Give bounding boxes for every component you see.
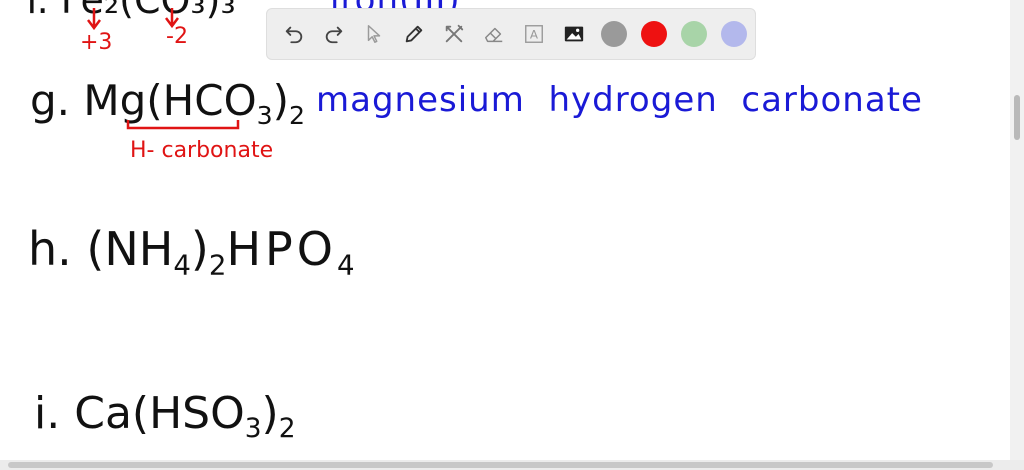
tools-icon: [445, 24, 464, 43]
redo-button[interactable]: [317, 17, 351, 51]
color-swatch-red[interactable]: [641, 21, 667, 47]
tools-button[interactable]: [437, 17, 471, 51]
whiteboard-canvas[interactable]: f. Fe₂(CO₃)₃ iron(III) +3 -2 g. Mg(HCO3)…: [0, 0, 1010, 460]
i-sub-2: 2: [278, 413, 296, 445]
color-swatch-green[interactable]: [681, 21, 707, 47]
select-tool-button[interactable]: [357, 17, 391, 51]
drawing-toolbar: A: [266, 8, 756, 60]
pointer-icon: [367, 25, 381, 43]
note-h-formula: h. (NH4)2HPO4: [28, 222, 355, 282]
text-icon: A: [525, 25, 543, 43]
i-label: i.: [34, 388, 61, 439]
red-bracket: [126, 120, 240, 130]
eraser-tool-button[interactable]: [477, 17, 511, 51]
h-close-paren: ): [190, 222, 209, 276]
color-swatch-lavender[interactable]: [721, 21, 747, 47]
i-sub-3: 3: [244, 413, 262, 445]
image-icon: [564, 26, 584, 42]
svg-text:A: A: [530, 28, 539, 42]
g-name: magnesium hydrogen carbonate: [316, 80, 923, 120]
image-tool-button[interactable]: [557, 17, 591, 51]
redo-icon: [325, 26, 343, 44]
color-swatch-gray[interactable]: [601, 21, 627, 47]
undo-icon: [285, 26, 303, 44]
h-sub-4b: 4: [336, 248, 355, 282]
i-formula: Ca(HSO: [74, 388, 245, 439]
h-formula-rest: HPO: [226, 222, 337, 276]
note-i-formula: i. Ca(HSO3)2: [34, 388, 295, 444]
horizontal-scroll-thumb[interactable]: [8, 462, 993, 468]
eraser-icon: [485, 27, 503, 43]
pen-tool-button[interactable]: [397, 17, 431, 51]
pen-icon: [405, 25, 423, 43]
i-close-paren: ): [261, 388, 279, 439]
h-formula-open: (NH: [86, 222, 174, 276]
h-sub-4: 4: [173, 248, 191, 282]
h-sub-2: 2: [208, 248, 227, 282]
horizontal-scrollbar[interactable]: [0, 460, 1024, 470]
text-tool-button[interactable]: A: [517, 17, 551, 51]
vertical-scrollbar[interactable]: [1010, 0, 1024, 460]
g-close-paren: ): [272, 76, 290, 125]
charge-fe: +3: [80, 30, 113, 55]
undo-button[interactable]: [277, 17, 311, 51]
g-annotation: H- carbonate: [130, 138, 274, 163]
charge-co3: -2: [166, 24, 188, 49]
g-label: g.: [30, 76, 71, 125]
vertical-scroll-thumb[interactable]: [1014, 95, 1020, 140]
g-sub-3: 3: [256, 100, 273, 130]
h-label: h.: [28, 222, 72, 276]
g-sub-2: 2: [289, 100, 306, 130]
